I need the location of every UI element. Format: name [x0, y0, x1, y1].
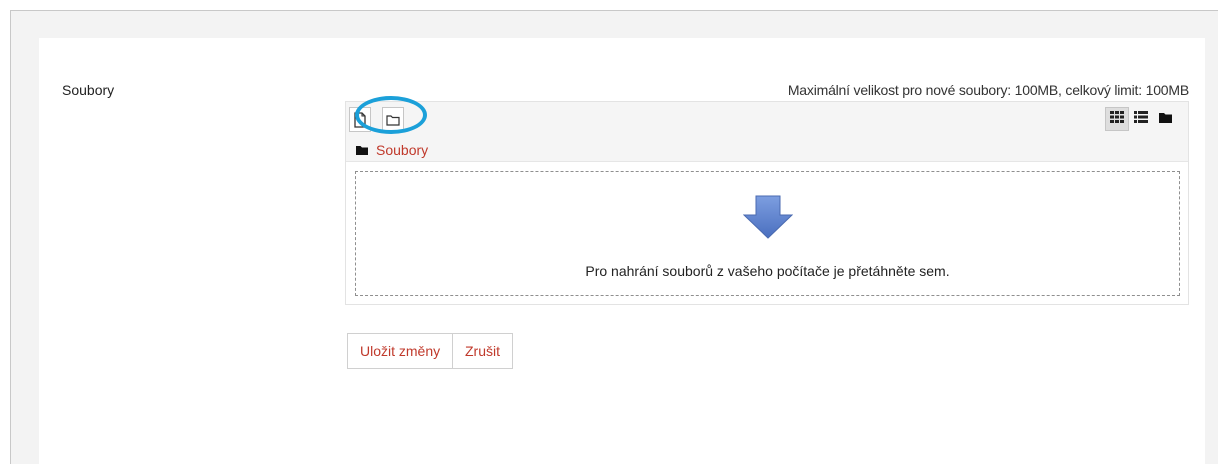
file-manager: Soubory Pro nahrání souborů z vašeho poč…: [345, 101, 1189, 305]
download-arrow-icon: [742, 195, 794, 244]
max-size-note: Maximální velikost pro nové soubory: 100…: [787, 82, 1189, 98]
grid-view-icon: [1110, 110, 1124, 128]
upload-dropzone[interactable]: Pro nahrání souborů z vašeho počítače je…: [355, 171, 1180, 296]
save-changes-button[interactable]: Uložit změny: [347, 333, 454, 369]
dropzone-instructions: Pro nahrání souborů z vašeho počítače je…: [585, 263, 950, 279]
file-manager-toolbar: Soubory: [346, 102, 1188, 162]
create-folder-button[interactable]: [382, 107, 404, 132]
grid-view-button[interactable]: [1105, 107, 1129, 131]
list-view-button[interactable]: [1129, 107, 1153, 131]
breadcrumb: Soubory: [356, 142, 428, 158]
files-field-label: Soubory: [62, 82, 115, 98]
tree-view-icon: [1158, 110, 1172, 128]
list-view-icon: [1134, 110, 1148, 128]
folder-icon: [386, 114, 400, 126]
add-file-button[interactable]: [349, 107, 371, 132]
file-icon: [354, 111, 366, 128]
breadcrumb-root-link[interactable]: Soubory: [376, 142, 428, 158]
cancel-button[interactable]: Zrušit: [452, 333, 513, 369]
view-switcher: [1105, 107, 1177, 131]
folder-icon: [356, 142, 368, 158]
tree-view-button[interactable]: [1153, 107, 1177, 131]
